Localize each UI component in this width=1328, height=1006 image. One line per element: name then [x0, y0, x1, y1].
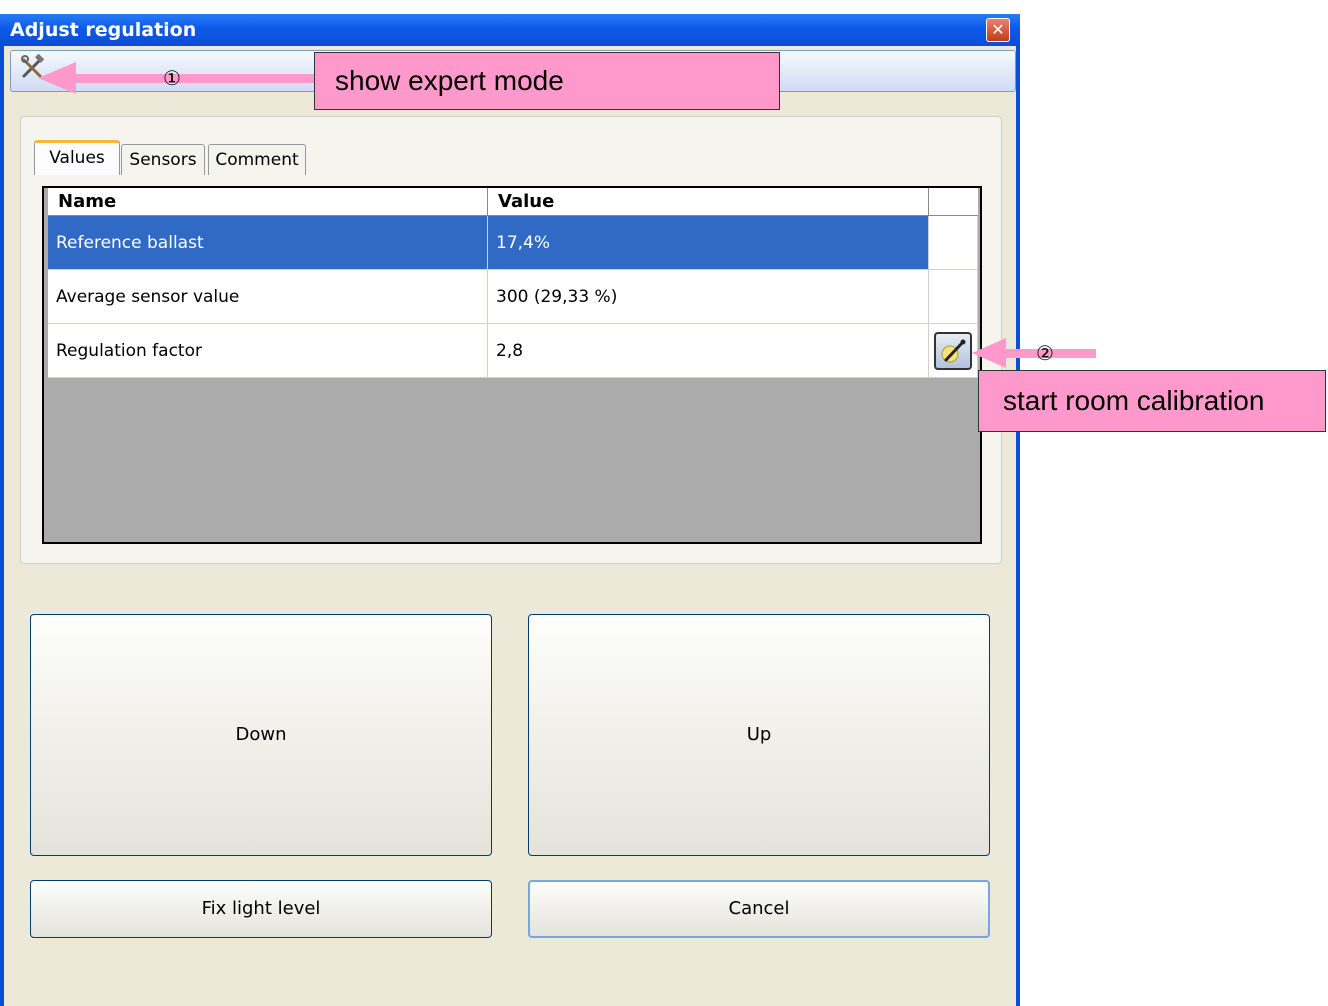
- tab-comment[interactable]: Comment: [208, 144, 306, 175]
- expert-mode-callout: show expert mode: [314, 52, 780, 110]
- fix-light-level-button[interactable]: Fix light level: [30, 880, 492, 938]
- tab-sensors[interactable]: Sensors: [121, 144, 205, 175]
- table-row[interactable]: Regulation factor 2,8: [48, 324, 978, 378]
- row-value[interactable]: 2,8: [488, 324, 929, 378]
- room-calibration-callout: start room calibration: [978, 370, 1326, 432]
- row-action-cell: [929, 270, 978, 324]
- title-bar[interactable]: Adjust regulation ✕: [0, 14, 1020, 46]
- annotation-number-2: ②: [1036, 341, 1054, 365]
- column-header-name[interactable]: Name: [48, 188, 488, 216]
- calibration-wand-icon: [941, 339, 966, 363]
- tab-values[interactable]: Values: [34, 140, 120, 175]
- row-value[interactable]: 300 (29,33 %): [488, 270, 929, 324]
- cancel-button[interactable]: Cancel: [528, 880, 990, 938]
- row-value[interactable]: 17,4%: [488, 216, 929, 270]
- column-header-value[interactable]: Value: [488, 188, 929, 216]
- row-name: Regulation factor: [48, 324, 488, 378]
- room-calibration-button[interactable]: [934, 332, 972, 370]
- values-grid-content: Name Value Reference ballast 17,4% Avera…: [48, 188, 978, 380]
- up-button[interactable]: Up: [528, 614, 990, 856]
- table-row[interactable]: Average sensor value 300 (29,33 %): [48, 270, 978, 324]
- close-button[interactable]: ✕: [986, 18, 1010, 42]
- window-title: Adjust regulation: [10, 19, 197, 41]
- document-background-text: [0, 0, 1328, 14]
- down-button[interactable]: Down: [30, 614, 492, 856]
- row-action-cell: [929, 216, 978, 270]
- table-row[interactable]: Reference ballast 17,4%: [48, 216, 978, 270]
- column-header-action: [929, 188, 978, 216]
- row-name: Reference ballast: [48, 216, 488, 270]
- row-name: Average sensor value: [48, 270, 488, 324]
- annotation-number-1: ①: [163, 66, 181, 90]
